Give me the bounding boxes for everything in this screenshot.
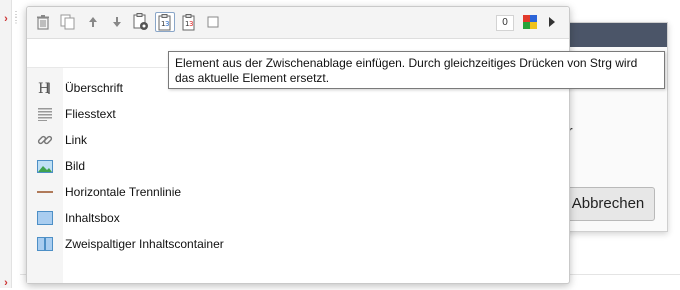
horizontal-rule-icon: [27, 190, 63, 194]
tooltip-line: Element aus der Zwischenablage einfügen.…: [175, 56, 638, 70]
cancel-button[interactable]: Abbrechen: [561, 187, 655, 221]
checkbox-icon[interactable]: [203, 12, 223, 32]
toolbar: 13 13 0: [27, 7, 569, 39]
menu-item-paragraph[interactable]: Fliesstext: [27, 101, 569, 127]
tooltip-line: das aktuelle Element ersetzt.: [175, 71, 330, 85]
counter-badge: 0: [496, 15, 514, 31]
paste-1-icon[interactable]: 13: [155, 12, 175, 32]
copy-icon[interactable]: [57, 12, 77, 32]
expand-arrow-icon[interactable]: ›: [1, 12, 11, 26]
arrow-down-icon[interactable]: [107, 12, 127, 32]
menu-item-label: Fliesstext: [65, 107, 116, 121]
menu-item-two-column[interactable]: Zweispaltiger Inhaltscontainer: [27, 231, 569, 257]
left-edge-strip: › ›: [0, 0, 12, 289]
link-icon: [27, 132, 63, 148]
menu-item-label: Bild: [65, 159, 86, 173]
content-box-icon: [27, 211, 63, 225]
menu-item-image[interactable]: Bild: [27, 153, 569, 179]
paste-tooltip: Element aus der Zwischenablage einfügen.…: [168, 51, 665, 89]
arrow-up-icon[interactable]: [83, 12, 103, 32]
paste-gear-icon[interactable]: [131, 12, 151, 32]
chevron-right-icon[interactable]: [549, 17, 555, 27]
element-toolbar-panel: 13 13 0 H Überschrift Fliesstext Link Bi…: [26, 6, 570, 284]
menu-item-label: Zweispaltiger Inhaltscontainer: [65, 237, 224, 251]
menu-item-label: Überschrift: [65, 81, 124, 95]
menu-item-link[interactable]: Link: [27, 127, 569, 153]
paragraph-icon: [27, 107, 63, 121]
menu-item-horizontal-rule[interactable]: Horizontale Trennlinie: [27, 179, 569, 205]
menu-item-content-box[interactable]: Inhaltsbox: [27, 205, 569, 231]
paste-red-icon[interactable]: 13: [179, 12, 199, 32]
svg-text:3: 3: [165, 20, 169, 28]
menu-item-label: Link: [65, 133, 88, 147]
two-column-icon: [27, 237, 63, 251]
menu-item-label: Inhaltsbox: [65, 211, 120, 225]
heading-icon: H: [27, 80, 63, 96]
drag-handle-icon[interactable]: ⋮ ⋮: [12, 11, 20, 30]
trash-icon[interactable]: [33, 12, 53, 32]
color-grid-icon[interactable]: [520, 12, 540, 32]
menu-item-label: Horizontale Trennlinie: [65, 185, 182, 199]
svg-text:3: 3: [189, 20, 193, 28]
image-icon: [27, 159, 63, 173]
